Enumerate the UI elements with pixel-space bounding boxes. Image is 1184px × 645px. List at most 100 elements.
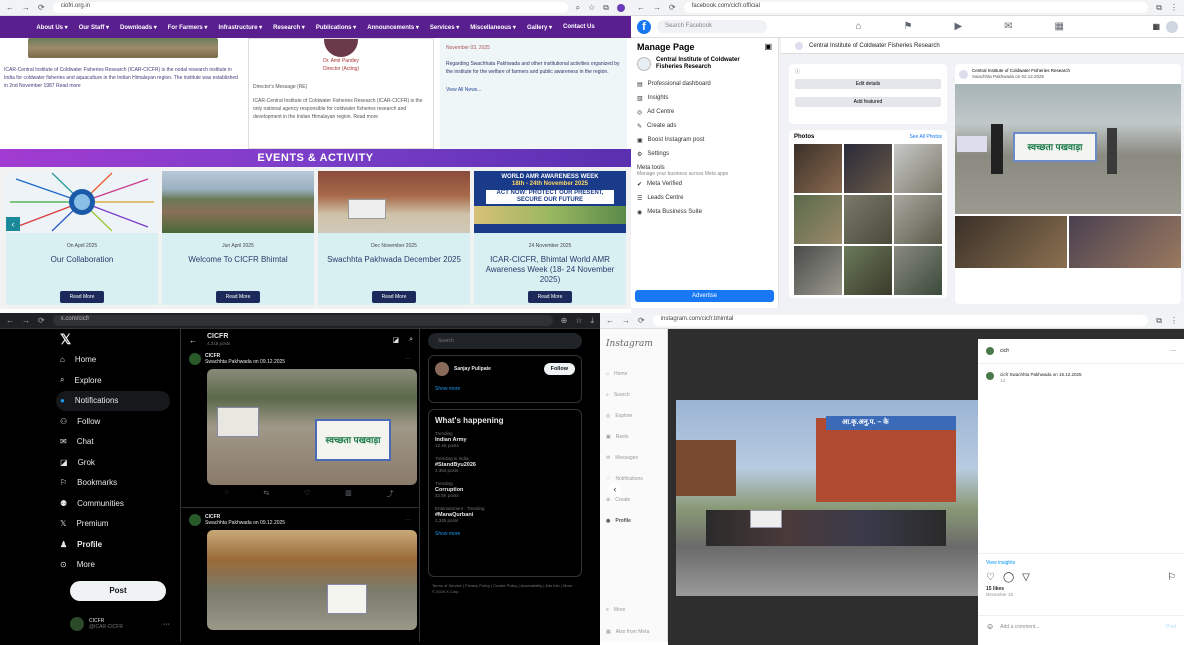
forward-icon[interactable]: →: [22, 3, 30, 12]
news-link[interactable]: View All News...: [446, 86, 621, 94]
photo-thumb[interactable]: [894, 195, 942, 244]
reload-icon[interactable]: ⟳: [38, 316, 45, 325]
nav-infrastructure[interactable]: Infrastructure ▾: [218, 24, 262, 31]
menu-icon[interactable]: ⋮: [1170, 3, 1178, 12]
ig-nav-meta[interactable]: ▦ Also from Meta: [600, 621, 649, 642]
star-icon[interactable]: ☆: [588, 3, 595, 12]
nav-misc[interactable]: Miscellaneous ▾: [470, 24, 516, 31]
nav-contact[interactable]: Contact Us: [563, 24, 595, 30]
trend-item[interactable]: Trending in India #StandByu2026 2,354 po…: [435, 456, 575, 474]
reload-icon[interactable]: ⟳: [38, 3, 45, 12]
post-photo-3[interactable]: [1069, 216, 1181, 268]
translate-icon[interactable]: ⊕: [561, 316, 568, 325]
comment-input[interactable]: Add a comment...: [1000, 624, 1160, 630]
forward-icon[interactable]: →: [22, 316, 30, 325]
x-search-input[interactable]: Search: [428, 333, 582, 349]
photo-thumb[interactable]: [894, 246, 942, 295]
sidebar-item-settings[interactable]: ⚙ Settings: [637, 147, 772, 161]
x-footer-links[interactable]: Terms of Service | Privacy Policy | Cook…: [428, 583, 582, 595]
facebook-logo-icon[interactable]: f: [637, 19, 651, 34]
photo-thumb[interactable]: [894, 144, 942, 193]
share-icon[interactable]: ▽: [1022, 572, 1030, 583]
nav-grok[interactable]: ◪ Grok: [60, 452, 170, 473]
sidebar-item-dashboard[interactable]: ▤ Professional dashboard: [637, 77, 772, 91]
account-name[interactable]: cicfr: [1000, 348, 1009, 354]
sidebar-toggle-icon[interactable]: ▣: [764, 43, 772, 51]
share-icon[interactable]: ⤴: [387, 489, 394, 499]
photo-thumb[interactable]: [794, 144, 842, 193]
back-icon[interactable]: ←: [606, 316, 614, 325]
nav-communities[interactable]: ⚉ Communities: [60, 493, 170, 514]
ig-nav-profile[interactable]: ◉ Profile: [600, 510, 667, 531]
tweet-more-icon[interactable]: ···: [405, 356, 411, 362]
ig-nav-home[interactable]: ⌂ Home: [600, 363, 667, 384]
page-name[interactable]: Central Institute of Coldwater Fisheries…: [656, 57, 756, 71]
zoom-icon[interactable]: ⌕: [576, 3, 580, 12]
trend-item[interactable]: Entertainment · Trending #ManaQurbani 2,…: [435, 506, 575, 524]
like-icon[interactable]: ♡: [986, 572, 995, 583]
retweet-icon[interactable]: ⇆: [263, 489, 269, 499]
profile-avatar[interactable]: [617, 3, 625, 12]
reply-icon[interactable]: ◌: [224, 489, 228, 499]
tweet-image[interactable]: स्वच्छता पखवाड़ा: [207, 369, 417, 485]
reload-icon[interactable]: ⟳: [669, 3, 676, 12]
account-switcher[interactable]: CICFR @ICAR-CICFR ···: [70, 617, 170, 631]
views-icon[interactable]: ▥: [345, 489, 352, 499]
ig-nav-explore[interactable]: ◎ Explore: [600, 405, 667, 426]
address-bar[interactable]: instagram.com/cicfr.bhimtal: [652, 315, 1149, 326]
extensions-icon[interactable]: ⧉: [603, 3, 609, 12]
nav-notifications[interactable]: ● Notifications: [56, 390, 170, 411]
more-options-icon[interactable]: ···: [1170, 348, 1176, 354]
tweet-image[interactable]: [207, 530, 417, 630]
advertise-button[interactable]: Advertise: [635, 290, 774, 302]
home-icon[interactable]: ⌂: [855, 21, 861, 32]
nav-publications[interactable]: Publications ▾: [316, 24, 356, 31]
back-arrow-icon[interactable]: ←: [189, 336, 197, 345]
view-insights-link[interactable]: View insights: [986, 560, 1176, 566]
sidebar-item-verified[interactable]: ✔ Meta Verified: [637, 177, 772, 191]
search-icon[interactable]: ⌕: [409, 336, 419, 344]
photo-thumb[interactable]: [844, 144, 892, 193]
address-bar[interactable]: facebook.com/cicfr.official: [683, 2, 1149, 13]
see-all-photos-link[interactable]: See All Photos: [909, 134, 942, 140]
nav-explore[interactable]: ⌕ Explore: [60, 370, 170, 391]
photo-thumb[interactable]: [844, 195, 892, 244]
nav-downloads[interactable]: Downloads ▾: [120, 24, 157, 31]
download-icon[interactable]: ⤓: [590, 316, 594, 325]
nav-home[interactable]: ⌂ Home: [60, 350, 170, 371]
emoji-icon[interactable]: ☺: [986, 622, 994, 631]
nav-about[interactable]: About Us ▾: [36, 24, 67, 31]
forward-icon[interactable]: →: [622, 316, 630, 325]
trend-item[interactable]: Trending Indian Army 12.4K posts: [435, 431, 575, 449]
read-more-button[interactable]: Read More: [215, 291, 261, 303]
nav-services[interactable]: Services ▾: [430, 24, 459, 31]
nav-research[interactable]: Research ▾: [273, 24, 305, 31]
pages-icon[interactable]: ⚑: [903, 21, 912, 32]
ig-nav-search[interactable]: ⌕ Search: [600, 384, 667, 405]
read-more-button[interactable]: Read More: [59, 291, 105, 303]
suggested-name[interactable]: Sanjay Pulipate: [454, 366, 491, 372]
back-icon[interactable]: ←: [6, 3, 14, 12]
trend-item[interactable]: Trending Corruption 22.5K posts: [435, 481, 575, 499]
like-icon[interactable]: ♡: [304, 489, 310, 499]
nav-chat[interactable]: ✉ Chat: [60, 432, 170, 453]
show-more-link[interactable]: Show more: [435, 386, 575, 392]
nav-bookmarks[interactable]: ⚐ Bookmarks: [60, 473, 170, 494]
edit-details-button[interactable]: Edit details: [795, 79, 941, 89]
forward-icon[interactable]: →: [653, 3, 661, 12]
calendar-icon[interactable]: ▦: [1055, 21, 1064, 32]
post-image[interactable]: आ.कृ.अनु.प. – के: [676, 400, 978, 596]
carousel-prev-icon[interactable]: ‹: [6, 217, 20, 231]
sidebar-item-boost[interactable]: ▣ Boost Instagram post: [637, 133, 772, 147]
sidebar-item-adcentre[interactable]: ◎ Ad Centre: [637, 105, 772, 119]
nav-staff[interactable]: Our Staff ▾: [79, 24, 109, 31]
back-icon[interactable]: ←: [637, 3, 645, 12]
account-avatar[interactable]: [1166, 20, 1178, 33]
ig-nav-messages[interactable]: ✉ Messages: [600, 447, 667, 468]
instagram-logo[interactable]: Instagram: [600, 329, 667, 363]
carousel-prev-icon[interactable]: ‹: [608, 483, 622, 497]
tweet[interactable]: CICFR Swachhta Pakhwada on 09.12.2025 ··…: [181, 507, 419, 630]
megaphone-icon[interactable]: ✉: [1004, 21, 1012, 32]
photo-thumb[interactable]: [794, 246, 842, 295]
grid-menu-icon[interactable]: ▦: [1152, 22, 1160, 31]
